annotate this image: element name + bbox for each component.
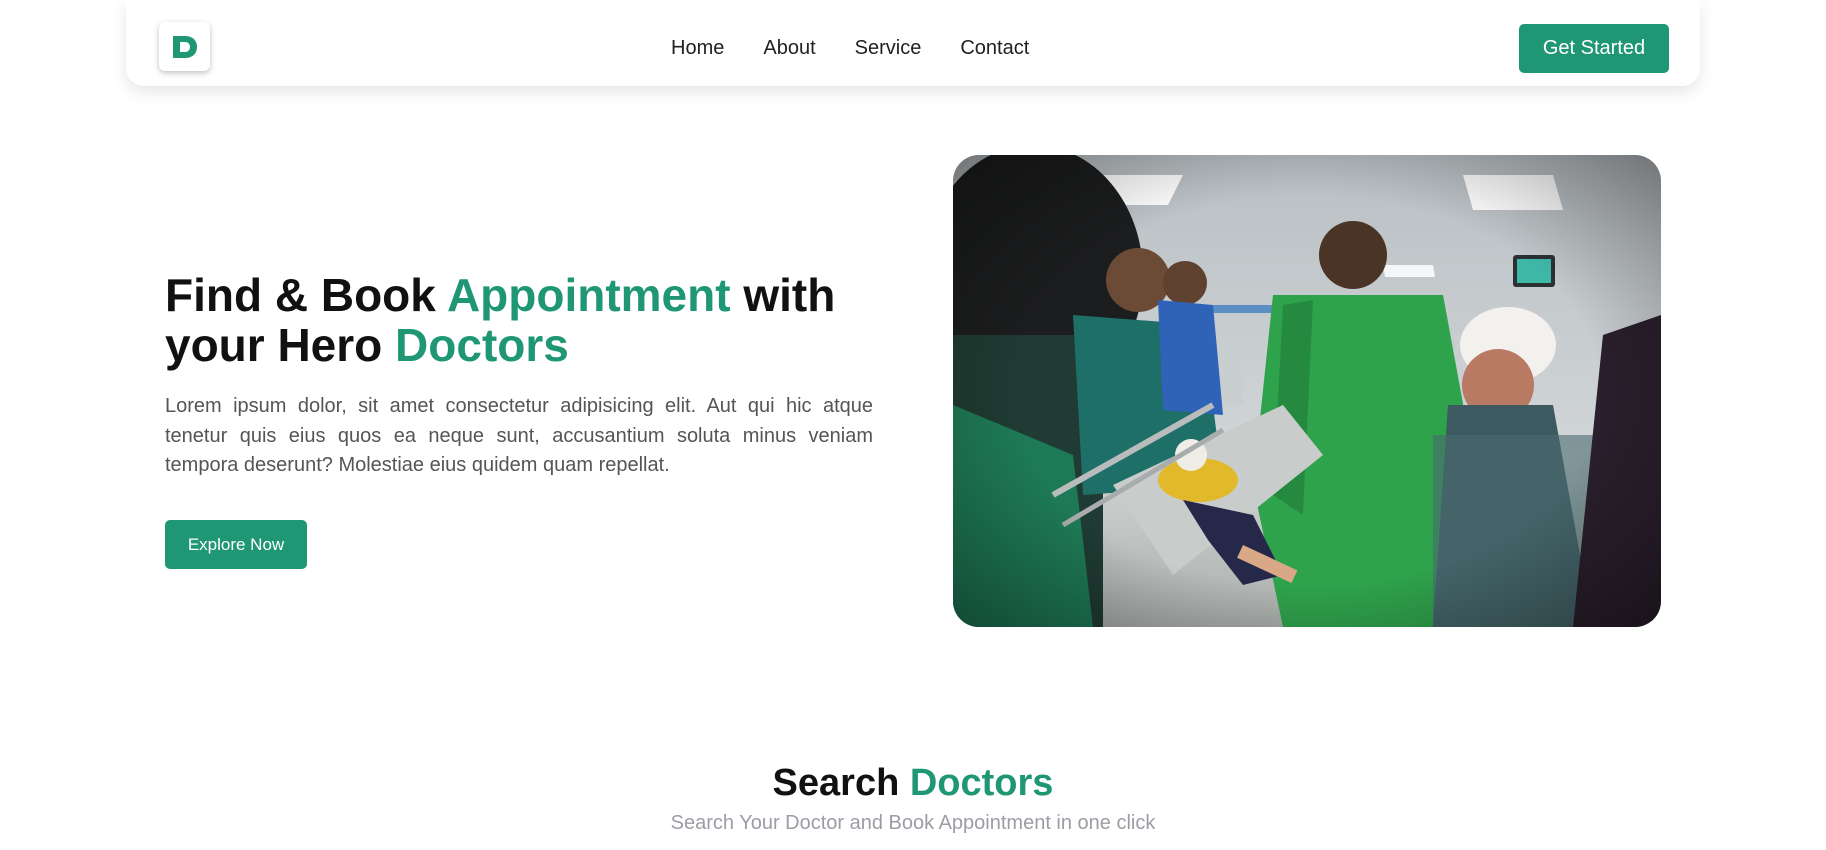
search-doctors-section: Search Doctors Search Your Doctor and Bo… [0, 760, 1826, 835]
nav-link-contact[interactable]: Contact [960, 37, 1029, 60]
navbar: Home About Service Contact Get Started [126, 0, 1700, 86]
hero-title: Find & Book Appointment with your Hero Do… [165, 270, 873, 370]
nav-links: Home About Service Contact [671, 0, 1029, 96]
nav-link-service[interactable]: Service [855, 37, 922, 60]
nav-link-about[interactable]: About [763, 37, 815, 60]
hero-title-highlight-appointment: Appointment [446, 269, 731, 321]
d-letter-logo-icon [172, 35, 197, 58]
search-title-highlight: Doctors [909, 762, 1054, 804]
hero-title-part1: Find & Book [165, 269, 447, 321]
hospital-emergency-room-photo [953, 155, 1661, 627]
explore-now-button[interactable]: Explore Now [165, 520, 307, 569]
hero-title-part3: your Hero [165, 319, 396, 371]
search-title-part1: Search [772, 762, 910, 804]
search-title: Search Doctors [0, 760, 1826, 806]
hero-description: Lorem ipsum dolor, sit amet consectetur … [165, 395, 873, 476]
hero-text: Find & Book Appointment with your Hero Do… [165, 270, 873, 481]
logo[interactable] [159, 22, 210, 71]
hero-title-part2: with [730, 269, 836, 321]
search-subtitle: Search Your Doctor and Book Appointment … [670, 812, 1156, 834]
nav-link-home[interactable]: Home [671, 37, 724, 60]
hero-photo-illustration [953, 155, 1661, 627]
hero-title-highlight-doctors: Doctors [395, 319, 569, 371]
get-started-button[interactable]: Get Started [1519, 24, 1669, 73]
